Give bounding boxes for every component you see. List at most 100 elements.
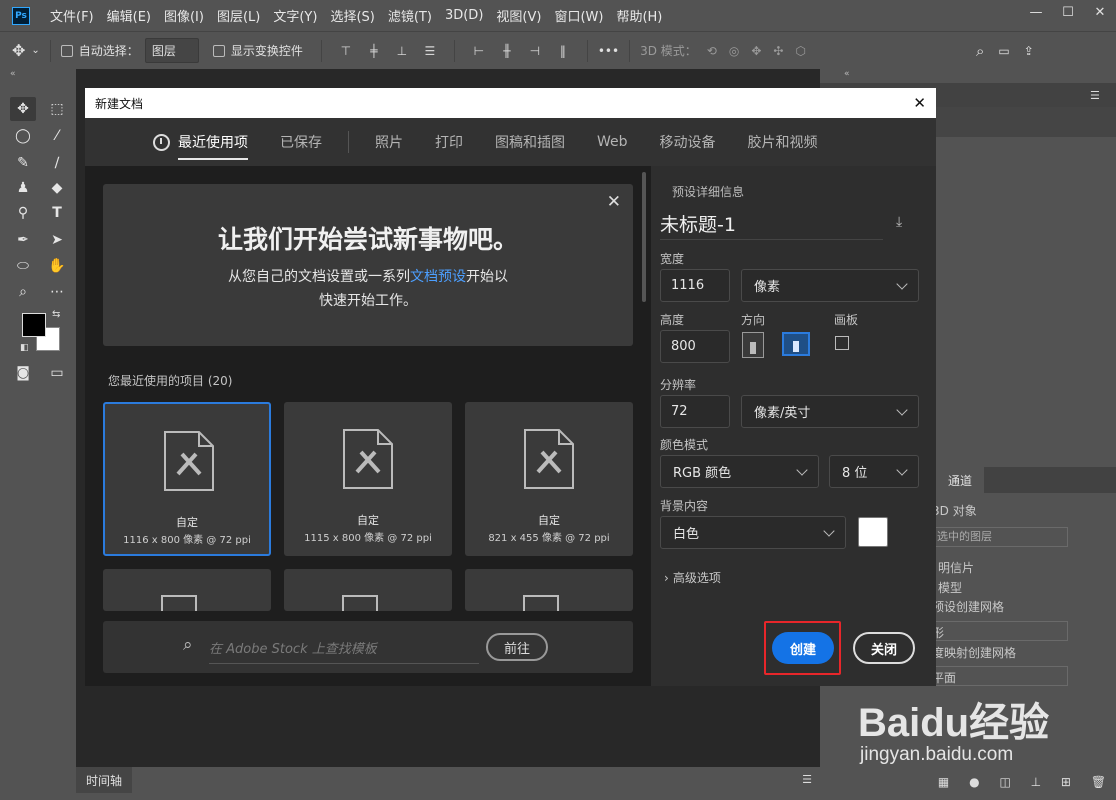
quick-mask-icon[interactable]: ◙ [10, 361, 36, 385]
3d-option-model[interactable]: 模型 [938, 579, 962, 596]
menu-edit[interactable]: 编辑(E) [107, 6, 151, 25]
channels-tab[interactable]: 通道 [936, 467, 984, 493]
dodge-tool-icon[interactable]: ⚲ [10, 201, 36, 225]
3d-scale-icon[interactable]: ⬡ [795, 44, 805, 58]
menu-type[interactable]: 文字(Y) [273, 6, 317, 25]
portrait-icon[interactable] [742, 332, 764, 358]
3d-option-depth-mesh[interactable]: 度映射创建网格 [932, 644, 1016, 661]
advanced-options-toggle[interactable]: › 高级选项 [664, 569, 721, 586]
3d-option-postcard[interactable]: 明信片 [938, 559, 974, 576]
dialog-close-button[interactable]: ✕ [913, 94, 926, 112]
recent-item-card[interactable]: 自定 1116 x 800 像素 @ 72 ppi [103, 402, 271, 556]
marquee-tool-icon[interactable]: ⬚ [44, 97, 70, 121]
new-layer-icon[interactable]: ⊞ [1061, 775, 1071, 795]
pen-tool-icon[interactable]: ✒ [10, 228, 36, 252]
tab-web[interactable]: Web [597, 134, 628, 150]
menu-3d[interactable]: 3D(D) [445, 8, 483, 23]
recent-item-card[interactable]: 自定 1115 x 800 像素 @ 72 ppi [284, 402, 452, 556]
save-preset-icon[interactable]: ⤓ [896, 214, 918, 230]
zoom-tool-icon[interactable]: ⌕ [10, 280, 36, 304]
tab-print[interactable]: 打印 [435, 132, 463, 152]
landscape-icon[interactable] [782, 332, 810, 356]
hand-tool-icon[interactable]: ✋ [44, 254, 70, 278]
align-top-icon[interactable]: ⊤ [336, 43, 356, 59]
type-tool-icon[interactable]: T [44, 201, 70, 225]
tab-recent[interactable]: 最近使用项 [178, 132, 248, 160]
timeline-tab[interactable]: 时间轴 [76, 767, 132, 793]
close-button[interactable]: 关闭 [853, 632, 915, 664]
background-color-swatch[interactable] [858, 517, 888, 547]
workspace-icon[interactable]: ▭ [998, 44, 1009, 58]
lasso-tool-icon[interactable]: ◯ [10, 124, 36, 148]
recent-item-card[interactable]: 自定 821 x 455 像素 @ 72 ppi [465, 402, 633, 556]
stock-search-input[interactable]: 在 Adobe Stock 上查找模板 [209, 638, 479, 664]
stamp-tool-icon[interactable]: ♟ [10, 176, 36, 200]
align-right-icon[interactable]: ⊣ [525, 43, 545, 59]
chevron-down-icon[interactable]: ⌄ [31, 45, 39, 56]
panel-collapse-icon[interactable]: « [844, 69, 850, 79]
artboard-checkbox[interactable] [835, 336, 849, 350]
foreground-color-swatch[interactable] [22, 313, 46, 337]
tab-film-video[interactable]: 胶片和视频 [748, 132, 818, 152]
tab-photo[interactable]: 照片 [375, 132, 403, 152]
render-icon[interactable]: ▦ [938, 775, 949, 795]
stock-go-button[interactable]: 前往 [486, 633, 548, 661]
show-transform-checkbox[interactable] [212, 44, 225, 57]
menu-image[interactable]: 图像(I) [164, 6, 204, 25]
welcome-close-button[interactable]: ✕ [607, 192, 621, 212]
search-icon[interactable]: ⌕ [976, 42, 984, 60]
distribute-icon[interactable]: ☰ [420, 43, 440, 59]
distribute-h-icon[interactable]: ‖ [553, 43, 573, 59]
document-name-field[interactable]: 未标题-1 [660, 210, 883, 240]
resolution-unit-dropdown[interactable]: 像素/英寸 [741, 395, 919, 428]
bit-depth-dropdown[interactable]: 8 位 [829, 455, 919, 488]
share-icon[interactable]: ⇪ [1024, 44, 1034, 58]
collapse-icon[interactable]: « [10, 69, 16, 79]
menu-view[interactable]: 视图(V) [496, 6, 541, 25]
tab-art-illustration[interactable]: 图稿和插图 [495, 132, 565, 152]
ground-icon[interactable]: ⊥ [1031, 775, 1041, 795]
auto-select-dropdown[interactable]: 图层 [144, 38, 199, 63]
align-vcenter-icon[interactable]: ╪ [364, 43, 384, 59]
3d-source-select[interactable]: 选中的图层 [932, 527, 1068, 547]
menu-select[interactable]: 选择(S) [330, 6, 374, 25]
auto-select-checkbox[interactable] [60, 44, 73, 57]
tab-mobile[interactable]: 移动设备 [660, 132, 716, 152]
panel-menu-icon[interactable]: ☰ [1090, 89, 1100, 102]
menu-window[interactable]: 窗口(W) [554, 6, 603, 25]
eyedropper-icon[interactable]: ✎ [10, 151, 36, 175]
path-select-icon[interactable]: ➤ [44, 228, 70, 252]
create-button[interactable]: 创建 [772, 632, 834, 664]
light-icon[interactable]: ● [969, 775, 979, 795]
menu-file[interactable]: 文件(F) [50, 6, 94, 25]
menu-help[interactable]: 帮助(H) [616, 6, 662, 25]
3d-slide-icon[interactable]: ✣ [773, 44, 783, 58]
move-tool-icon[interactable]: ✥ [10, 97, 36, 121]
recent-item-card[interactable] [284, 569, 452, 611]
camera-icon[interactable]: ◫ [999, 775, 1010, 795]
3d-option-preset-mesh[interactable]: 预设创建网格 [932, 598, 1004, 615]
minimize-button[interactable]: — [1020, 0, 1052, 24]
width-unit-dropdown[interactable]: 像素 [741, 269, 919, 302]
align-hcenter-icon[interactable]: ╫ [497, 43, 517, 59]
recent-item-card[interactable] [465, 569, 633, 611]
recent-item-card[interactable] [103, 569, 271, 611]
ellipse-tool-icon[interactable]: ⬭ [10, 254, 36, 278]
magic-wand-icon[interactable]: ⁄ [44, 124, 70, 148]
color-mode-dropdown[interactable]: RGB 颜色 [660, 455, 819, 488]
menu-layer[interactable]: 图层(L) [217, 6, 260, 25]
timeline-menu-icon[interactable]: ☰ [802, 773, 812, 786]
screen-mode-icon[interactable]: ▭ [44, 361, 70, 385]
maximize-button[interactable]: ☐ [1052, 0, 1084, 24]
resolution-input[interactable]: 72 [660, 395, 730, 428]
height-input[interactable]: 800 [660, 330, 730, 363]
more-tools-icon[interactable]: ⋯ [44, 280, 70, 304]
width-input[interactable]: 1116 [660, 269, 730, 302]
eraser-tool-icon[interactable]: ◆ [44, 176, 70, 200]
trash-icon[interactable]: 🗑 [1091, 775, 1106, 795]
document-presets-link[interactable]: 文档预设 [410, 269, 466, 285]
window-close-button[interactable]: ✕ [1084, 0, 1116, 24]
background-dropdown[interactable]: 白色 [660, 516, 846, 549]
brush-tool-icon[interactable]: ∕ [44, 151, 70, 175]
scrollbar[interactable] [642, 172, 646, 302]
